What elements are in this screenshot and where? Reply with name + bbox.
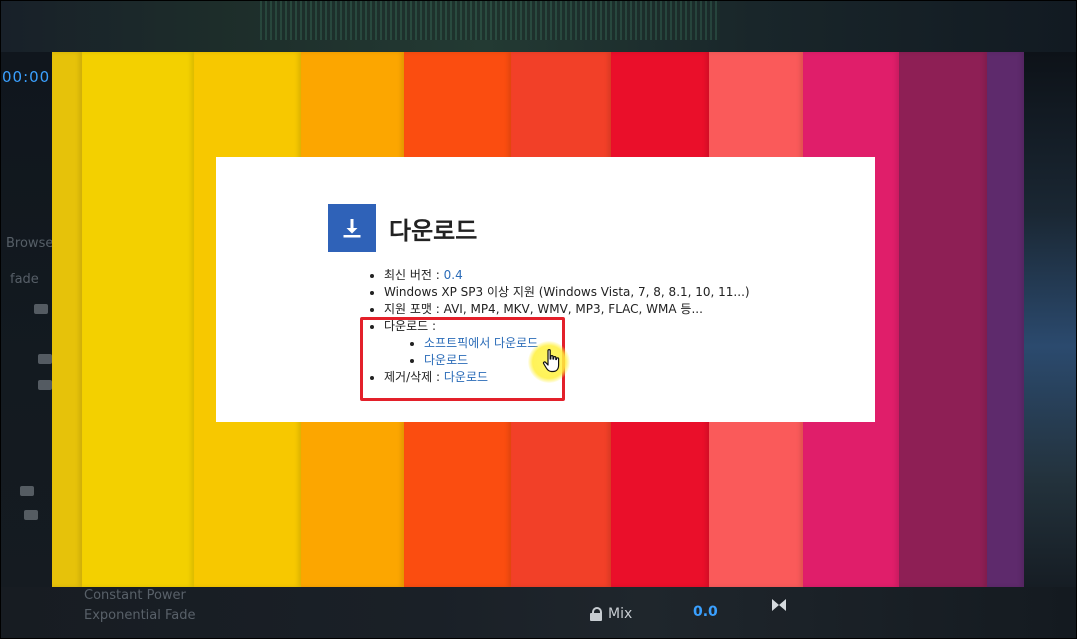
browser-label: Browser <box>6 236 59 251</box>
timecode-readout: 00:00 <box>2 68 51 86</box>
mix-value[interactable]: 0.0 <box>693 604 718 620</box>
bowtie-icon <box>772 599 786 611</box>
list-item-formats: 지원 포맷 : AVI, MP4, MKV, WMV, MP3, FLAC, W… <box>384 301 750 318</box>
page-title: 다운로드 <box>389 216 478 245</box>
folder-icon <box>20 486 34 496</box>
mix-label: Mix <box>608 606 633 622</box>
audio-waveform <box>260 0 720 40</box>
download-heading: 다운로드 <box>328 204 477 252</box>
list-item-version: 최신 버전 : 0.4 <box>384 267 750 284</box>
fade-label: fade <box>10 272 39 287</box>
version-link[interactable]: 0.4 <box>444 268 463 282</box>
formats-text: 지원 포맷 : AVI, MP4, MKV, WMV, MP3, FLAC, W… <box>384 302 703 316</box>
folder-icon <box>38 354 52 364</box>
download-icon <box>328 204 376 252</box>
color-stripe <box>52 52 82 587</box>
constant-power-label: Constant Power <box>84 588 186 603</box>
list-item-support: Windows XP SP3 이상 지원 (Windows Vista, 7, … <box>384 284 750 301</box>
exponential-fade-label: Exponential Fade <box>84 608 196 623</box>
color-stripe <box>987 52 1024 587</box>
folder-icon <box>38 380 52 390</box>
backdrop-right-panel <box>1024 52 1077 587</box>
backdrop-left-panel <box>0 52 52 587</box>
hand-pointer-icon <box>542 349 560 373</box>
color-stripe <box>899 52 987 587</box>
support-text: Windows XP SP3 이상 지원 (Windows Vista, 7, … <box>384 285 750 299</box>
color-stripe <box>82 52 194 587</box>
mix-control[interactable]: Mix <box>590 604 632 624</box>
version-label: 최신 버전 : <box>384 268 444 282</box>
folder-icon <box>34 304 48 314</box>
lock-icon <box>590 607 602 621</box>
folder-icon <box>24 510 38 520</box>
